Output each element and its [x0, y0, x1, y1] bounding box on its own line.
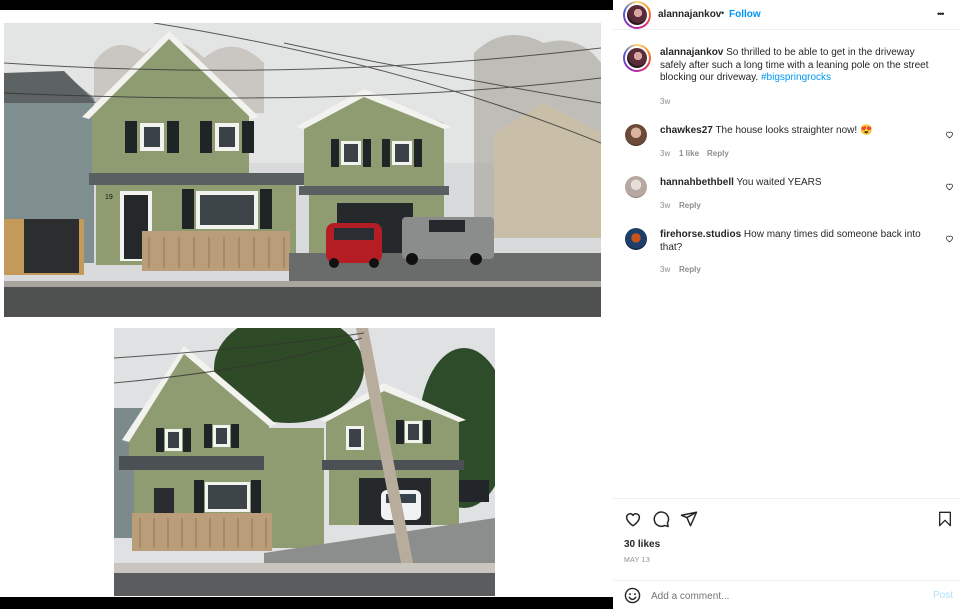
caption-hashtag[interactable]: #bigspringrocks — [761, 72, 831, 83]
comment-age: 3w — [660, 265, 671, 274]
add-comment-input[interactable] — [651, 588, 911, 604]
caption-text-block: alannajankov So thrilled to be able to g… — [660, 47, 942, 85]
heart-icon[interactable] — [624, 510, 642, 528]
comment-like-heart-icon[interactable] — [945, 182, 954, 191]
smiley-icon[interactable] — [624, 587, 641, 604]
commenter-username[interactable]: firehorse.studios — [660, 229, 741, 240]
caption-age: 3w — [660, 97, 671, 106]
author-username[interactable]: alannajankov — [658, 9, 721, 20]
before-photo: 19 — [4, 23, 601, 317]
likes-count[interactable]: 30 likes — [624, 539, 660, 550]
post-header: alannajankov • Follow ••• — [613, 0, 959, 30]
commenter-avatar[interactable] — [625, 176, 647, 198]
comment-text: You waited YEARS — [736, 177, 822, 188]
commenter-username[interactable]: hannahbethbell — [660, 177, 734, 188]
bookmark-icon[interactable] — [937, 510, 953, 528]
caption-avatar[interactable] — [623, 44, 651, 72]
comment-age: 3w — [660, 201, 671, 210]
reply-button[interactable]: Reply — [679, 201, 701, 210]
post-comment-button[interactable]: Post — [933, 590, 953, 601]
comment-likes[interactable]: 1 like — [679, 149, 699, 158]
reply-button[interactable]: Reply — [679, 265, 701, 274]
after-photo — [114, 328, 495, 596]
reply-button[interactable]: Reply — [707, 149, 729, 158]
add-comment-bar: Post — [613, 580, 959, 609]
caption-username[interactable]: alannajankov — [660, 47, 723, 58]
post-date: MAY 13 — [624, 557, 651, 564]
author-avatar[interactable] — [623, 1, 651, 29]
comment-bubble-icon[interactable] — [652, 510, 670, 528]
commenter-avatar[interactable] — [625, 228, 647, 250]
comment-item: hannahbethbell You waited YEARS 3w Reply — [613, 176, 959, 216]
header-separator: • — [721, 8, 725, 18]
comment-like-heart-icon[interactable] — [945, 234, 954, 243]
caption: alannajankov So thrilled to be able to g… — [613, 44, 959, 106]
commenter-username[interactable]: chawkes27 — [660, 125, 713, 136]
commenter-avatar[interactable] — [625, 124, 647, 146]
comment-item: firehorse.studios How many times did som… — [613, 228, 959, 278]
house-number: 19 — [105, 194, 113, 201]
post-media[interactable]: 19 — [0, 10, 613, 597]
more-options-icon[interactable]: ••• — [937, 9, 945, 19]
comment-like-heart-icon[interactable] — [945, 130, 954, 139]
post-sidebar: alannajankov • Follow ••• alannajankov S… — [613, 0, 959, 609]
comment-text: The house looks straighter now! 😍 — [715, 125, 873, 136]
paper-plane-icon[interactable] — [680, 510, 698, 528]
comment-item: chawkes27 The house looks straighter now… — [613, 124, 959, 164]
comment-age: 3w — [660, 149, 671, 158]
follow-button[interactable]: Follow — [729, 9, 761, 20]
